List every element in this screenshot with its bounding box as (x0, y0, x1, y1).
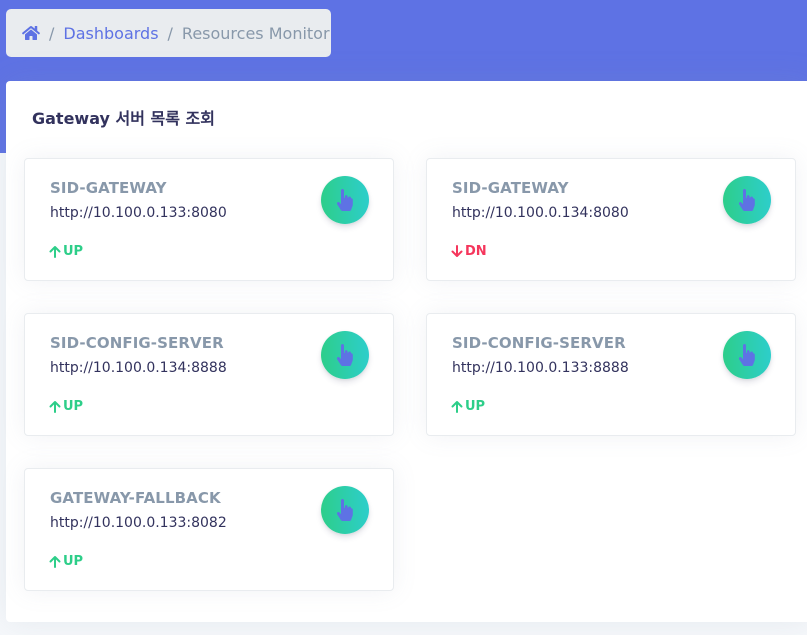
status-badge: UP (49, 399, 83, 414)
status-text: DN (465, 244, 487, 259)
server-name: SID-GATEWAY (50, 179, 167, 197)
breadcrumb-dashboards-link[interactable]: Dashboards (63, 24, 158, 43)
hand-pointer-icon[interactable] (321, 331, 369, 379)
server-url: http://10.100.0.133:8080 (50, 205, 227, 221)
server-url: http://10.100.0.134:8888 (50, 360, 227, 376)
status-badge: DN (451, 244, 487, 259)
panel-title: Gateway 서버 목록 조회 (32, 109, 215, 128)
hand-pointer-icon[interactable] (723, 331, 771, 379)
server-name: SID-CONFIG-SERVER (452, 334, 626, 352)
hand-pointer-icon[interactable] (321, 486, 369, 534)
arrow-up-icon (49, 400, 61, 413)
status-text: UP (63, 554, 84, 569)
hand-pointer-icon[interactable] (321, 176, 369, 224)
status-badge: UP (49, 244, 83, 259)
status-text: UP (63, 244, 84, 259)
server-card[interactable]: SID-GATEWAY http://10.100.0.134:8080 DN (426, 158, 796, 281)
server-url: http://10.100.0.133:8888 (452, 360, 629, 376)
arrow-up-icon (49, 245, 61, 258)
hand-pointer-icon[interactable] (723, 176, 771, 224)
server-name: GATEWAY-FALLBACK (50, 489, 221, 507)
server-name: SID-GATEWAY (452, 179, 569, 197)
home-icon[interactable] (22, 25, 40, 41)
server-name: SID-CONFIG-SERVER (50, 334, 224, 352)
breadcrumb: / Dashboards / Resources Monitor (6, 9, 331, 57)
breadcrumb-separator: / (167, 23, 173, 43)
server-url: http://10.100.0.134:8080 (452, 205, 629, 221)
status-badge: UP (451, 399, 485, 414)
breadcrumb-separator: / (49, 23, 55, 43)
status-text: UP (465, 399, 486, 414)
server-card[interactable]: SID-GATEWAY http://10.100.0.133:8080 UP (24, 158, 394, 281)
server-card[interactable]: GATEWAY-FALLBACK http://10.100.0.133:8082… (24, 468, 394, 591)
status-badge: UP (49, 554, 83, 569)
status-text: UP (63, 399, 84, 414)
arrow-up-icon (451, 400, 463, 413)
arrow-up-icon (49, 555, 61, 568)
server-card[interactable]: SID-CONFIG-SERVER http://10.100.0.133:888… (426, 313, 796, 436)
arrow-down-icon (451, 245, 463, 258)
breadcrumb-current: Resources Monitor (181, 23, 330, 43)
server-url: http://10.100.0.133:8082 (50, 515, 227, 531)
server-card[interactable]: SID-CONFIG-SERVER http://10.100.0.134:888… (24, 313, 394, 436)
